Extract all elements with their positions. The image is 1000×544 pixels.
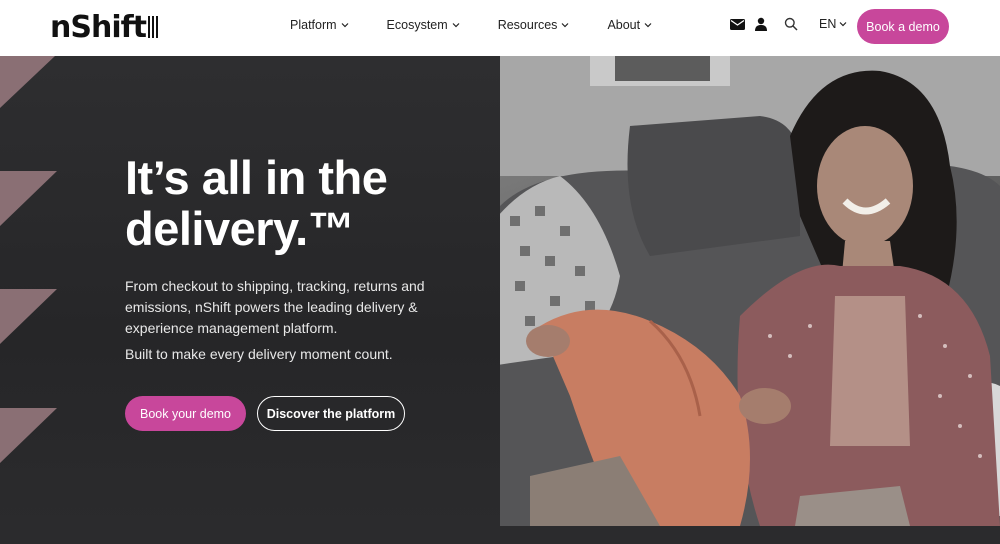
nav-item-resources[interactable]: Resources <box>498 18 570 32</box>
decorative-triangle <box>0 408 57 463</box>
nav-item-label: Resources <box>497 18 558 32</box>
main-nav: Platform Ecosystem Resources About <box>290 18 652 32</box>
hero-description: From checkout to shipping, tracking, ret… <box>125 278 425 336</box>
user-icon[interactable] <box>753 16 769 32</box>
nav-item-label: About <box>607 18 641 32</box>
nshift-logo[interactable]: nShift <box>50 9 158 45</box>
search-icon[interactable] <box>783 16 799 32</box>
decorative-triangle <box>0 171 57 226</box>
nav-item-platform[interactable]: Platform <box>290 18 349 32</box>
discover-the-platform-button[interactable]: Discover the platform <box>257 396 405 431</box>
hero-title: It’s all in the delivery.™ <box>125 152 485 254</box>
site-header: nShift Platform Ecosystem Resources Abou… <box>0 0 1000 56</box>
nav-item-about[interactable]: About <box>607 18 652 32</box>
chevron-down-icon <box>644 23 652 28</box>
language-label: EN <box>819 17 837 31</box>
nav-item-ecosystem[interactable]: Ecosystem <box>387 18 460 32</box>
hero-section: It’s all in the delivery.™ From checkout… <box>0 56 1000 526</box>
logo-text: nShift <box>50 9 147 45</box>
book-a-demo-button[interactable]: Book a demo <box>857 9 949 44</box>
nav-item-label: Platform <box>290 18 337 32</box>
chevron-down-icon <box>562 23 569 28</box>
hero-title-line-2: delivery.™ <box>125 202 355 255</box>
chevron-down-icon <box>341 23 348 28</box>
language-selector[interactable]: EN <box>819 17 847 31</box>
header-utilities: EN <box>729 16 847 32</box>
next-section-strip <box>0 526 1000 544</box>
woman-unboxing-illustration <box>500 56 1000 526</box>
chevron-down-icon <box>839 22 847 27</box>
hero-tagline: Built to make every delivery moment coun… <box>125 346 393 362</box>
logo-bars-icon <box>148 15 158 39</box>
chevron-down-icon <box>452 23 460 28</box>
decorative-triangle <box>0 56 55 108</box>
nav-item-label: Ecosystem <box>386 18 448 32</box>
decorative-triangle <box>0 289 57 344</box>
book-your-demo-button[interactable]: Book your demo <box>125 396 246 431</box>
hero-title-line-1: It’s all in the <box>125 151 388 204</box>
hero-photo <box>500 56 1000 526</box>
mail-icon[interactable] <box>729 16 745 32</box>
